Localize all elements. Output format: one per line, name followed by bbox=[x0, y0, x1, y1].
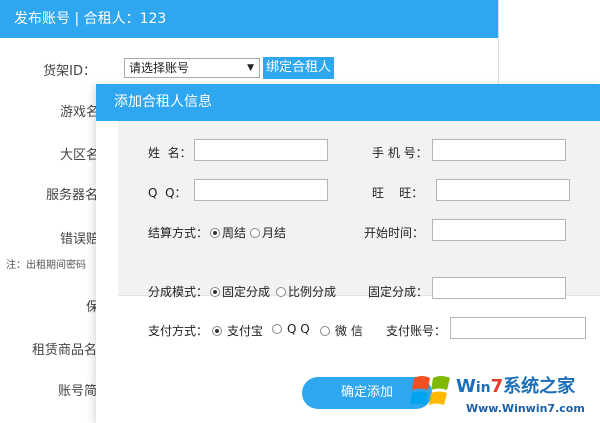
settlement-weekly-radio[interactable]: 周结 bbox=[210, 224, 246, 241]
settlement-label: 结算方式： bbox=[148, 226, 209, 240]
payment-qq-radio[interactable]: Q Q bbox=[272, 322, 310, 336]
brand-rest: 系统之家 bbox=[503, 376, 576, 397]
radio-selected-icon bbox=[210, 286, 220, 297]
brand-w: W bbox=[456, 376, 476, 397]
payment-method-label: 支付方式： bbox=[148, 324, 209, 338]
bind-co-renter-button[interactable]: 绑定合租人 bbox=[263, 57, 335, 79]
payment-wechat-radio[interactable]: 微 信 bbox=[320, 322, 363, 339]
phone-input[interactable] bbox=[432, 139, 566, 161]
share-fixed-radio[interactable]: 固定分成 bbox=[210, 283, 270, 300]
settlement-weekly-label: 周结 bbox=[222, 226, 247, 240]
guarantee-label: 保 bbox=[86, 300, 100, 315]
start-time-label: 开始时间： bbox=[364, 226, 425, 240]
radio-unselected-icon bbox=[320, 325, 330, 336]
rental-product-name-label: 租赁商品名 bbox=[32, 343, 98, 358]
share-mode-label: 分成模式： bbox=[148, 285, 209, 299]
wangwang-input[interactable] bbox=[436, 179, 570, 201]
account-select[interactable]: 请选择账号 ▼ bbox=[124, 58, 260, 78]
rental-password-note: 注：出租期间密码 bbox=[6, 260, 86, 271]
radio-unselected-icon bbox=[276, 286, 286, 297]
dialog-title: 添加合租人信息 bbox=[96, 84, 600, 121]
chevron-down-icon: ▼ bbox=[247, 63, 254, 73]
settlement-monthly-label: 月结 bbox=[262, 226, 287, 240]
share-ratio-label: 比例分成 bbox=[288, 285, 337, 299]
site-watermark: Win7系统之家 Www.Winwin7.com bbox=[410, 366, 600, 423]
shelf-id-label: 货架ID： bbox=[43, 64, 96, 79]
start-time-input[interactable] bbox=[432, 219, 566, 241]
watermark-url: Www.Winwin7.com bbox=[466, 402, 585, 415]
radio-unselected-icon bbox=[250, 227, 260, 238]
windows-logo-icon bbox=[410, 376, 450, 405]
radio-selected-icon bbox=[210, 227, 220, 238]
region-name-label: 大区名 bbox=[60, 148, 100, 163]
watermark-brand: Win7系统之家 bbox=[456, 372, 575, 398]
radio-selected-icon bbox=[212, 325, 222, 336]
payment-alipay-radio[interactable]: 支付宝 bbox=[212, 322, 263, 339]
name-label: 姓 名： bbox=[148, 146, 192, 160]
payment-alipay-label: 支付宝 bbox=[227, 324, 264, 338]
wangwang-label: 旺 旺： bbox=[372, 186, 424, 200]
fixed-share-input[interactable] bbox=[432, 277, 566, 299]
server-name-label: 服务器名 bbox=[46, 188, 99, 203]
settlement-monthly-radio[interactable]: 月结 bbox=[250, 224, 286, 241]
radio-unselected-icon bbox=[272, 324, 282, 334]
share-ratio-radio[interactable]: 比例分成 bbox=[276, 283, 336, 300]
brand-seven: 7 bbox=[490, 376, 504, 397]
account-intro-label: 账号简 bbox=[58, 384, 98, 399]
account-select-value: 请选择账号 bbox=[129, 61, 190, 75]
fixed-share-label: 固定分成： bbox=[368, 285, 429, 299]
qq-input[interactable] bbox=[194, 179, 328, 201]
phone-label: 手 机 号： bbox=[372, 146, 428, 160]
name-input[interactable] bbox=[194, 139, 328, 161]
payment-wechat-label: 微 信 bbox=[335, 324, 363, 338]
error-compensation-label: 错误赔 bbox=[60, 232, 100, 247]
background-window-title: 发布账号 | 合租人：123 bbox=[0, 0, 498, 38]
payment-account-input[interactable] bbox=[450, 317, 586, 339]
qq-label: Q Q： bbox=[148, 186, 187, 200]
payment-qq-label: Q Q bbox=[287, 322, 310, 336]
brand-in: in bbox=[475, 380, 491, 396]
payment-account-label: 支付账号： bbox=[386, 324, 447, 338]
share-fixed-label: 固定分成 bbox=[222, 285, 271, 299]
